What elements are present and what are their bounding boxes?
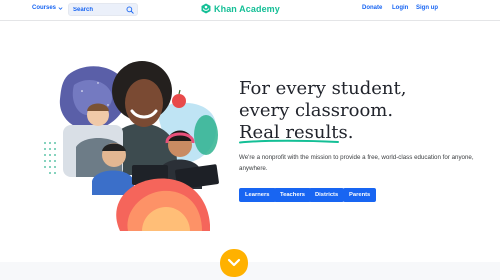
chevron-down-icon [58, 6, 63, 10]
signup-link[interactable]: Sign up [416, 5, 438, 11]
courses-menu-button[interactable]: Courses [32, 5, 63, 11]
scroll-down-button[interactable] [219, 248, 249, 278]
headline-line-2: every classroom. [239, 100, 394, 121]
parents-button[interactable]: Parents [343, 188, 377, 202]
hero-collage-image [44, 61, 219, 231]
section-divider [0, 262, 500, 280]
teachers-button[interactable]: Teachers [274, 188, 312, 202]
donate-link[interactable]: Donate [362, 5, 382, 11]
logo-hexagon-icon [201, 3, 211, 14]
districts-button[interactable]: Districts [309, 188, 345, 202]
hero-description: We're a nonprofit with the mission to pr… [239, 154, 474, 172]
khan-academy-logo[interactable]: Khan Academy [201, 3, 280, 14]
hero-headline: For every student, every classroom. Real… [239, 78, 449, 144]
dot-pattern-decoration [44, 142, 56, 174]
learners-button[interactable]: Learners [239, 188, 276, 202]
search-box[interactable] [68, 3, 138, 16]
logo-text: Khan Academy [214, 3, 280, 14]
search-icon[interactable] [126, 6, 134, 14]
courses-label: Courses [32, 5, 57, 11]
search-input[interactable] [73, 5, 123, 14]
login-link[interactable]: Login [392, 5, 408, 11]
headline-underline-decoration [239, 139, 339, 144]
top-navigation: Courses Khan Academy Donate Login Sign u… [0, 0, 500, 21]
headline-line-1: For every student, [239, 78, 407, 99]
